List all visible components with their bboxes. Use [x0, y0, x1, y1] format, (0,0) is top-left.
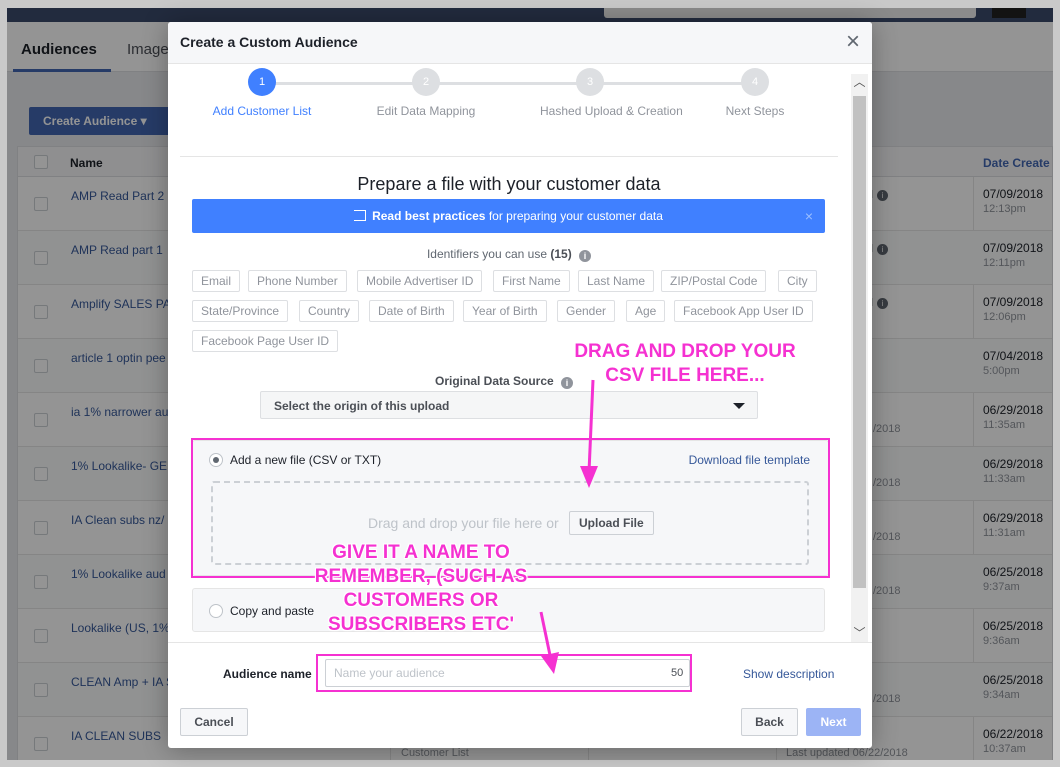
origin-select-value: Select the origin of this upload — [274, 399, 450, 413]
identifier-tag: Year of Birth — [463, 300, 547, 322]
modal-header: Create a Custom Audience × — [168, 22, 872, 64]
identifier-tag: First Name — [493, 270, 570, 292]
step-number: 1 — [248, 68, 276, 96]
identifier-tag: Email — [192, 270, 241, 292]
modal-scrollbar[interactable]: ︿ ﹀ — [851, 74, 868, 642]
steps-track — [262, 82, 762, 85]
origin-label-text: Original Data Source — [435, 374, 554, 388]
identifier-tag: ZIP/Postal Code — [661, 270, 767, 292]
step-label: Next Steps — [725, 104, 785, 118]
annotation-line: CSV FILE HERE... — [605, 365, 765, 386]
copy-paste-radio[interactable] — [209, 604, 223, 618]
identifiers-count: (15) — [550, 247, 572, 261]
section-heading: Prepare a file with your customer data — [357, 174, 661, 194]
close-icon[interactable]: × — [805, 199, 813, 233]
step-label: Add Customer List — [212, 104, 312, 118]
annotation-line: CUSTOMERS OR — [343, 590, 499, 611]
identifier-tag: Age — [626, 300, 666, 322]
show-description-link[interactable]: Show description — [743, 667, 834, 681]
step-add-customer-list: 1 Add Customer List — [212, 68, 312, 118]
annotation-line: REMEMBER, (SUCH AS — [314, 566, 528, 587]
step-next-steps: 4 Next Steps — [705, 68, 805, 118]
identifier-tag: Last Name — [578, 270, 655, 292]
close-icon[interactable]: × — [846, 30, 860, 54]
annotation-drag-drop: DRAG AND DROP YOUR CSV FILE HERE... — [540, 340, 830, 388]
identifiers-label-text: Identifiers you can use — [426, 247, 548, 261]
identifier-tag: Country — [299, 300, 360, 322]
annotation-highlight-name — [316, 654, 692, 692]
modal-title: Create a Custom Audience — [180, 34, 358, 50]
scroll-down-icon[interactable]: ﹀ — [851, 625, 868, 642]
step-number: 4 — [741, 68, 769, 96]
identifiers-label: Identifiers you can use (15) i — [168, 247, 850, 262]
step-number: 3 — [576, 68, 604, 96]
cancel-button[interactable]: Cancel — [180, 708, 248, 736]
identifier-tag: Mobile Advertiser ID — [357, 270, 483, 292]
best-practices-text: for preparing your customer data — [485, 209, 663, 223]
annotation-give-name: GIVE IT A NAME TO REMEMBER, (SUCH AS CUS… — [296, 541, 546, 637]
back-button[interactable]: Back — [741, 708, 798, 736]
identifier-tag: State/Province — [192, 300, 289, 322]
identifier-tag: Facebook App User ID — [674, 300, 813, 322]
next-button[interactable]: Next — [806, 708, 861, 736]
best-practices-banner[interactable]: Read best practices for preparing your c… — [192, 199, 825, 233]
step-label: Edit Data Mapping — [376, 104, 476, 118]
best-practices-link[interactable]: Read best practices — [372, 209, 485, 223]
identifier-tag: Gender — [557, 300, 616, 322]
annotation-line: DRAG AND DROP YOUR — [574, 341, 796, 362]
identifier-tag: City — [778, 270, 817, 292]
identifier-tag: Phone Number — [248, 270, 347, 292]
info-icon[interactable]: i — [579, 250, 592, 262]
step-edit-data-mapping: 2 Edit Data Mapping — [376, 68, 476, 118]
divider — [180, 156, 838, 157]
origin-select[interactable]: Select the origin of this upload — [260, 391, 758, 419]
step-number: 2 — [412, 68, 440, 96]
identifier-tag: Date of Birth — [369, 300, 454, 322]
identifier-tag: Facebook Page User ID — [192, 330, 339, 352]
audience-name-label: Audience name — [223, 667, 312, 681]
divider — [168, 642, 872, 643]
scroll-up-icon[interactable]: ︿ — [851, 74, 868, 91]
scroll-thumb[interactable] — [853, 96, 866, 588]
external-link-icon — [354, 210, 367, 221]
step-hashed-upload: 3 Hashed Upload & Creation — [540, 68, 683, 118]
step-label: Hashed Upload & Creation — [540, 104, 683, 118]
caret-down-icon — [733, 403, 745, 409]
annotation-line: SUBSCRIBERS ETC' — [327, 614, 515, 635]
annotation-line: GIVE IT A NAME TO — [332, 542, 510, 563]
